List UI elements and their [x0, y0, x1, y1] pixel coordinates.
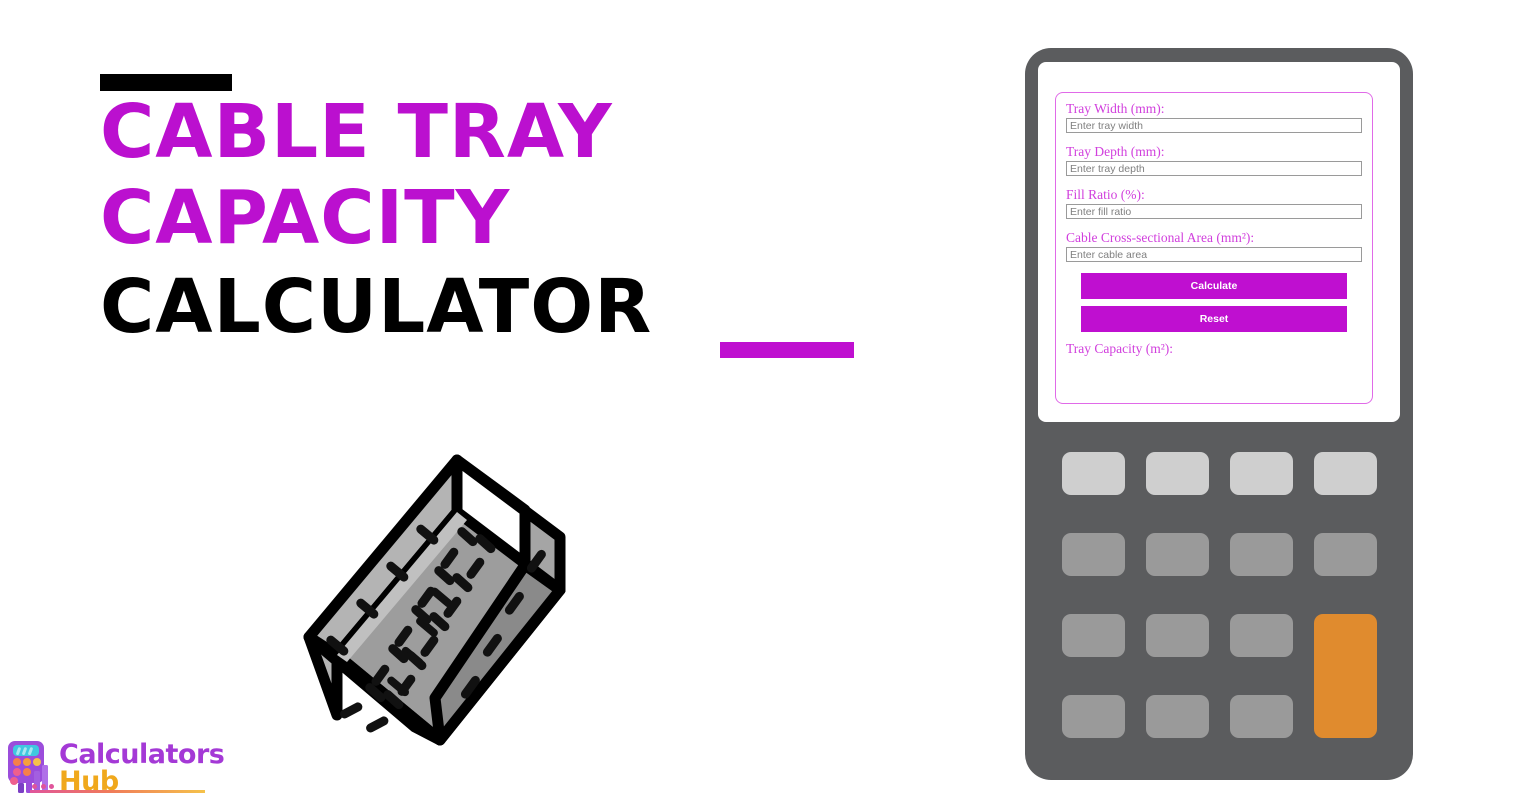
title-line-3: CALCULATOR [100, 263, 653, 350]
tray-capacity-result-label: Tray Capacity (m²): [1066, 341, 1174, 356]
calculator-device: Tray Width (mm): Tray Depth (mm): Fill R… [1025, 48, 1413, 780]
tray-width-input[interactable] [1066, 118, 1362, 133]
keypad-key[interactable] [1146, 614, 1209, 657]
keypad-key[interactable] [1314, 452, 1377, 495]
calculator-form: Tray Width (mm): Tray Depth (mm): Fill R… [1055, 92, 1373, 404]
title-rule-bottom-wrap [100, 341, 920, 362]
fill-ratio-label: Fill Ratio (%): [1066, 187, 1145, 202]
keypad-key[interactable] [1230, 452, 1293, 495]
reset-button[interactable]: Reset [1081, 306, 1347, 332]
keypad-key[interactable] [1062, 452, 1125, 495]
keypad-equals-key[interactable] [1314, 614, 1377, 738]
tray-depth-input[interactable] [1066, 161, 1362, 176]
calculator-screen: Tray Width (mm): Tray Depth (mm): Fill R… [1038, 62, 1400, 422]
cable-tray-illustration [303, 454, 566, 746]
logo-dots [32, 784, 54, 789]
page-title: CABLE TRAY CAPACITY CALCULATOR [100, 74, 920, 362]
keypad-key[interactable] [1146, 452, 1209, 495]
keypad-key[interactable] [1146, 695, 1209, 738]
title-line-1: CABLE TRAY [100, 89, 613, 175]
hero-panel: CABLE TRAY CAPACITY CALCULATOR Calculato… [0, 0, 1000, 800]
keypad-key[interactable] [1230, 695, 1293, 738]
logo-wordmark: Calculators Hub [59, 739, 225, 795]
tray-depth-label: Tray Depth (mm): [1066, 144, 1165, 159]
calculator-keypad [1062, 452, 1378, 758]
keypad-key[interactable] [1062, 695, 1125, 738]
keypad-key[interactable] [1314, 533, 1377, 576]
cable-area-label: Cable Cross-sectional Area (mm²): [1066, 230, 1255, 245]
cable-area-input[interactable] [1066, 247, 1362, 262]
keypad-key[interactable] [1146, 533, 1209, 576]
fill-ratio-input[interactable] [1066, 204, 1362, 219]
title-line-2: CAPACITY [100, 175, 511, 262]
keypad-key[interactable] [1062, 533, 1125, 576]
keypad-key[interactable] [1062, 614, 1125, 657]
title-rule-bottom [720, 341, 854, 358]
calculate-button[interactable]: Calculate [1081, 273, 1347, 299]
logo-word-calculators: Calculators [59, 739, 225, 770]
tray-width-label: Tray Width (mm): [1066, 101, 1165, 116]
keypad-key[interactable] [1230, 533, 1293, 576]
keypad-key[interactable] [1230, 614, 1293, 657]
logo-underline [30, 790, 205, 793]
